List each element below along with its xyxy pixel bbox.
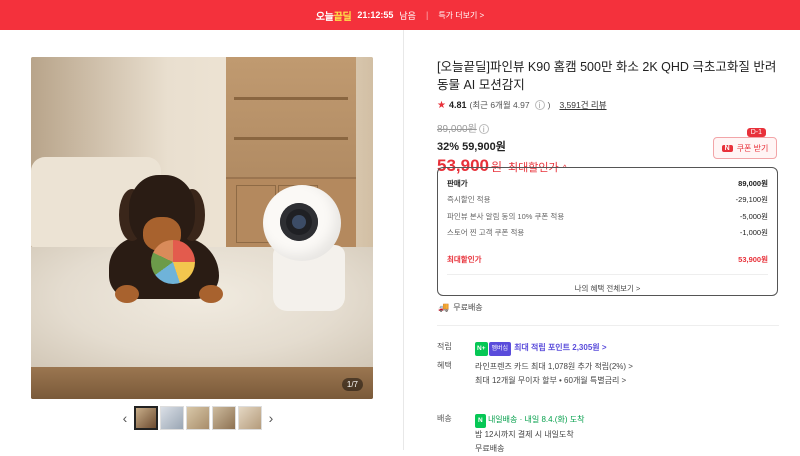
price-breakdown-box: 판매가 89,000원 즉시할인 적용 -29,100원 파인뷰 본사 알림 동의 …	[437, 167, 778, 296]
delivery-free: 무료배송	[475, 444, 505, 453]
more-deals-link[interactable]: 특가 더보기 >	[438, 10, 484, 21]
price-info-icon[interactable]: i	[478, 124, 489, 134]
points-key: 적립	[437, 342, 452, 351]
points-link[interactable]: N+ 멤버십 최대 적립 포인트 2,305원 >	[475, 341, 775, 356]
shipping-row: 🚚 무료배송	[438, 302, 483, 313]
delivery-key: 배송	[437, 414, 452, 423]
thumbnail-strip: ‹ ›	[118, 406, 278, 430]
rating-recent-close: )	[547, 100, 551, 110]
breakdown-row: 즉시할인 적용 -29,100원	[447, 195, 768, 205]
thumb-prev-button[interactable]: ‹	[118, 410, 132, 426]
deal-countdown: 21:12:55	[357, 10, 394, 20]
tomorrow-delivery-label: 내일배송	[487, 415, 518, 424]
image-counter: 1/7	[341, 378, 363, 391]
thumbnail-4[interactable]	[212, 406, 236, 430]
countdown-suffix: 남음	[399, 10, 416, 21]
thumbnail-1[interactable]	[134, 406, 158, 430]
banner-separator: |	[425, 10, 429, 20]
rating-recent: (최근 6개월 4.97	[469, 100, 530, 110]
card-benefit-link[interactable]: 라인프렌즈 카드 최대 1,078원 추가 적립(2%) >	[475, 360, 775, 374]
naver-logo-icon: N	[721, 144, 733, 152]
shipping-label: 무료배송	[453, 303, 483, 312]
column-divider	[403, 30, 404, 450]
delivery-row: 배송 N 내일배송 · 내일 8.4.(화) 도착 밤 12시까지 결제 시 내…	[437, 413, 779, 453]
breakdown-total: 최대할인가 53,900원	[447, 254, 768, 264]
thumbnail-3[interactable]	[186, 406, 210, 430]
breakdown-row: 스토어 찐 고객 쿠폰 적용 -1,000원	[447, 228, 768, 238]
section-divider	[437, 325, 779, 326]
rating-score: 4.81	[448, 100, 467, 110]
breakdown-row: 파인뷰 본사 알림 동의 10% 쿠폰 적용 -5,000원	[447, 211, 768, 221]
rating-row: ★ 4.81 (최근 6개월 4.97 i) 3,591건 리뷰	[437, 99, 779, 111]
product-title: [오늘끝딜]파인뷰 K90 홈캠 500만 화소 2K QHD 극초고화질 반려…	[437, 60, 777, 92]
product-main-image[interactable]: 1/7	[31, 57, 373, 399]
today-deal-badge: 오늘끝딜	[315, 11, 352, 23]
benefits-key: 혜택	[437, 361, 452, 370]
original-price: 89,000원 i	[437, 120, 779, 135]
coupon-button[interactable]: D-1 N 쿠폰 받기	[713, 128, 777, 159]
membership-icon: 멤버십	[488, 342, 512, 356]
truck-icon: 🚚	[438, 302, 450, 312]
deal-banner: 오늘끝딜 21:12:55 남음 | 특가 더보기 >	[0, 0, 800, 30]
thumbnail-5[interactable]	[238, 406, 262, 430]
breakdown-row: 판매가 89,000원	[447, 178, 768, 188]
delivery-arrival: · 내일 8.4.(화) 도착	[519, 415, 585, 424]
dday-badge: D-1	[746, 128, 766, 137]
star-icon: ★	[437, 99, 446, 111]
tomorrow-delivery-icon: N	[475, 414, 486, 428]
installment-link[interactable]: 최대 12개월 무이자 할부 • 60개월 특별금리 >	[475, 374, 775, 388]
thumb-next-button[interactable]: ›	[264, 410, 278, 426]
points-row: 적립 N+ 멤버십 최대 적립 포인트 2,305원 >	[437, 341, 779, 356]
benefits-row: 혜택 라인프렌즈 카드 최대 1,078원 추가 적립(2%) > 최대 12개…	[437, 360, 779, 388]
info-icon[interactable]: i	[534, 100, 545, 110]
thumbnail-2[interactable]	[160, 406, 184, 430]
coupon-label: 쿠폰 받기	[736, 143, 769, 153]
view-all-benefits-link[interactable]: 나의 혜택 전체보기 >	[447, 283, 768, 294]
npay-icon: N+	[475, 342, 488, 356]
delivery-note: 밤 12시까지 결제 시 내일도착	[475, 430, 574, 439]
review-count-link[interactable]: 3,591건 리뷰	[559, 99, 606, 111]
